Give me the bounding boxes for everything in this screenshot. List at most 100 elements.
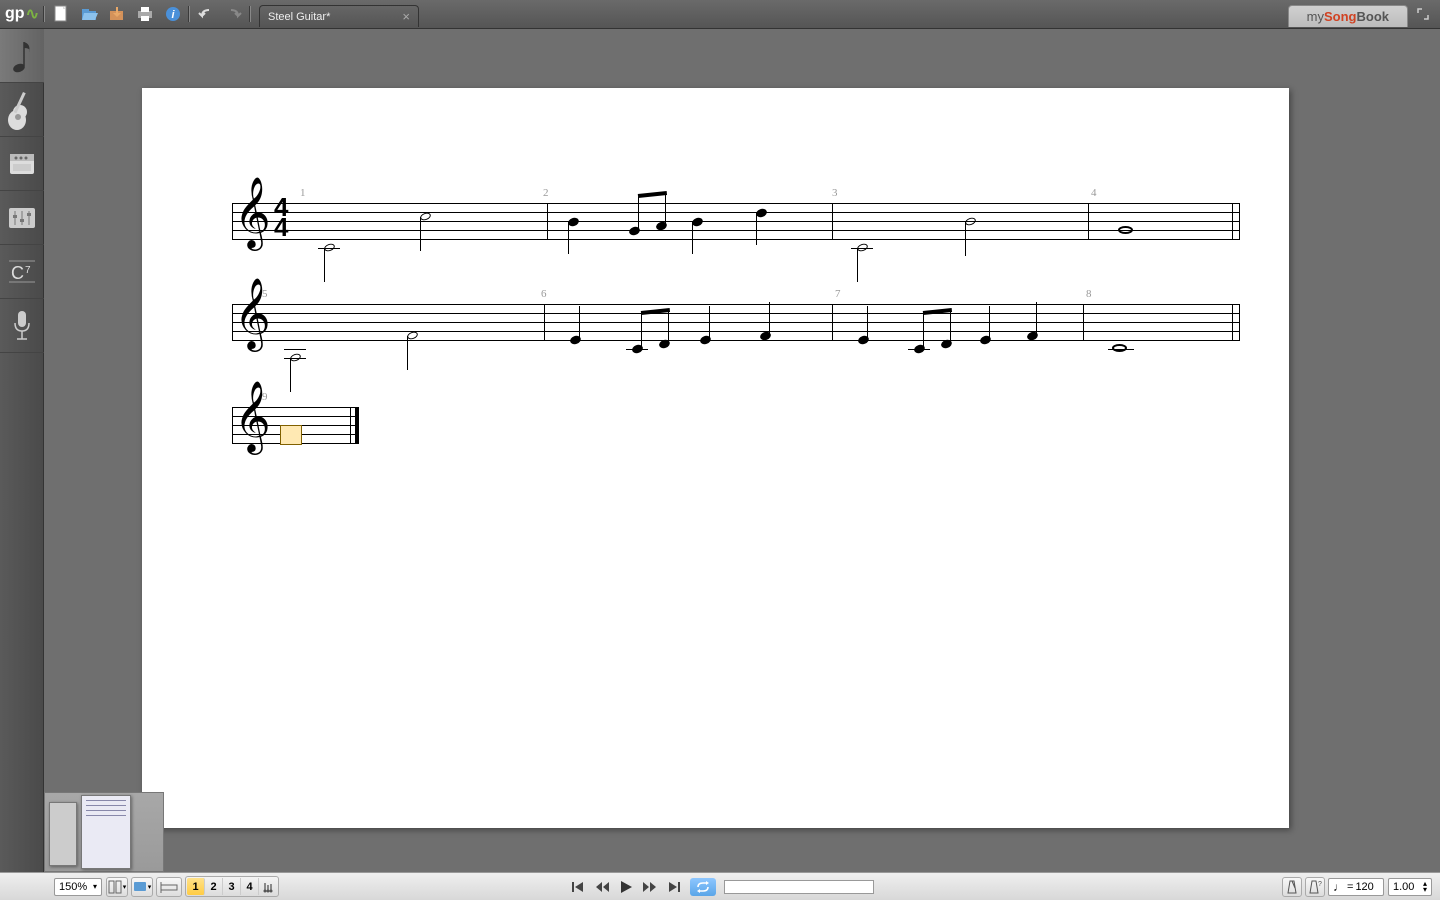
stem: [756, 213, 757, 245]
voice-3-button[interactable]: 3: [223, 878, 241, 895]
logo-p: p: [15, 5, 25, 23]
stem: [638, 197, 639, 230]
speed-field[interactable]: 1.00 ▴▾: [1388, 878, 1432, 896]
voice-all-button[interactable]: [259, 878, 277, 895]
metronome-button[interactable]: [1282, 877, 1302, 897]
view-screen-button[interactable]: ▾: [131, 877, 153, 897]
stem: [665, 194, 666, 225]
countdown-icon: ?: [1308, 879, 1322, 895]
undo-button[interactable]: [192, 2, 220, 27]
skip-start-icon: [571, 880, 585, 894]
guitar-icon: [5, 88, 39, 132]
mysongbook-button[interactable]: mySongBook: [1288, 5, 1408, 27]
stepper-icon: ▴▾: [1423, 881, 1427, 893]
staff-lines: [232, 304, 1240, 341]
stem: [668, 311, 669, 343]
stem: [1036, 302, 1037, 335]
page-thumbnails[interactable]: [44, 792, 164, 872]
new-file-button[interactable]: [47, 2, 75, 27]
stem: [324, 248, 325, 282]
svg-text:7: 7: [25, 265, 31, 276]
ledger-line: [284, 358, 306, 359]
play-button[interactable]: [614, 877, 638, 897]
print-button[interactable]: [131, 2, 159, 27]
stem: [857, 248, 858, 282]
sidebar-lyrics-button[interactable]: [0, 299, 44, 353]
edit-cursor[interactable]: [280, 425, 302, 445]
tempo-note-icon: ♩: [1333, 880, 1345, 894]
loop-button[interactable]: [690, 878, 716, 896]
fullscreen-button[interactable]: [1412, 8, 1434, 20]
voice-2-button[interactable]: 2: [205, 878, 223, 895]
sidebar-edition-button[interactable]: [0, 29, 44, 83]
document-tab[interactable]: Steel Guitar* ×: [259, 5, 419, 27]
rewind-button[interactable]: [590, 877, 614, 897]
barline: [832, 203, 833, 240]
note[interactable]: [1112, 344, 1127, 352]
note[interactable]: [1118, 226, 1133, 234]
dropdown-icon: ▾: [148, 883, 152, 891]
voice-4-button[interactable]: 4: [241, 878, 259, 895]
left-sidebar: C7: [0, 29, 44, 872]
score-viewport[interactable]: 𝄞 44 1 2 3 4: [44, 29, 1440, 872]
tempo-field[interactable]: ♩ = 120: [1328, 878, 1384, 896]
chord-icon: C7: [7, 259, 37, 285]
stem: [989, 306, 990, 339]
measure-number: 9: [262, 391, 268, 403]
open-file-button[interactable]: [75, 2, 103, 27]
thumbnail-page-current[interactable]: [81, 795, 131, 869]
stem: [579, 306, 580, 339]
measure-number: 8: [1086, 288, 1092, 300]
forward-button[interactable]: [638, 877, 662, 897]
stem: [923, 314, 924, 348]
brand-song: Song: [1324, 9, 1357, 24]
countdown-button[interactable]: ?: [1305, 877, 1325, 897]
transport-controls: [566, 877, 874, 897]
sidebar-effects-button[interactable]: [0, 137, 44, 191]
logo-g: g: [5, 5, 15, 23]
stem: [867, 306, 868, 339]
thumbnail-page[interactable]: [49, 802, 77, 866]
measure-number: 2: [543, 187, 549, 199]
barline: [547, 203, 548, 240]
final-barline: [355, 407, 359, 444]
app-logo[interactable]: gp∿: [2, 2, 42, 27]
save-file-button[interactable]: [103, 2, 131, 27]
thumbnail-stack: [67, 796, 157, 868]
sidebar-instrument-button[interactable]: [0, 83, 44, 137]
skip-end-icon: [667, 880, 681, 894]
track-icon: [160, 881, 178, 893]
info-button[interactable]: i: [159, 2, 187, 27]
expand-icon: [1417, 8, 1429, 20]
top-toolbar: gp∿ i Steel Guitar* × mySongBook: [0, 0, 1440, 29]
barline: [1232, 304, 1233, 341]
sidebar-mastering-button[interactable]: [0, 191, 44, 245]
redo-button[interactable]: [220, 2, 248, 27]
print-icon: [136, 5, 154, 23]
voice-1-button[interactable]: 1: [187, 878, 205, 895]
mic-icon: [11, 309, 33, 343]
view-page-button[interactable]: ▾: [106, 877, 128, 897]
save-file-icon: [108, 5, 126, 23]
brand-book: Book: [1357, 9, 1390, 24]
speed-value: 1.00: [1393, 881, 1414, 893]
tab-close-button[interactable]: ×: [402, 9, 410, 24]
beam: [638, 191, 667, 198]
playback-progress[interactable]: [724, 880, 874, 894]
measure-number: 5: [262, 288, 268, 300]
multitrack-button[interactable]: [156, 877, 182, 897]
barline: [1239, 203, 1240, 240]
mixer-icon: [7, 205, 37, 231]
sidebar-chords-button[interactable]: C7: [0, 245, 44, 299]
go-start-button[interactable]: [566, 877, 590, 897]
zoom-select[interactable]: 150% ▾: [54, 878, 102, 896]
brand-my: my: [1307, 9, 1324, 24]
go-end-button[interactable]: [662, 877, 686, 897]
zoom-value: 150%: [59, 881, 87, 893]
logo-rss-icon: ∿: [26, 4, 39, 24]
ledger-line: [284, 349, 306, 350]
measure-number: 4: [1091, 187, 1097, 199]
svg-text:?: ?: [1318, 881, 1322, 888]
forward-icon: [642, 880, 658, 894]
stem: [950, 311, 951, 343]
